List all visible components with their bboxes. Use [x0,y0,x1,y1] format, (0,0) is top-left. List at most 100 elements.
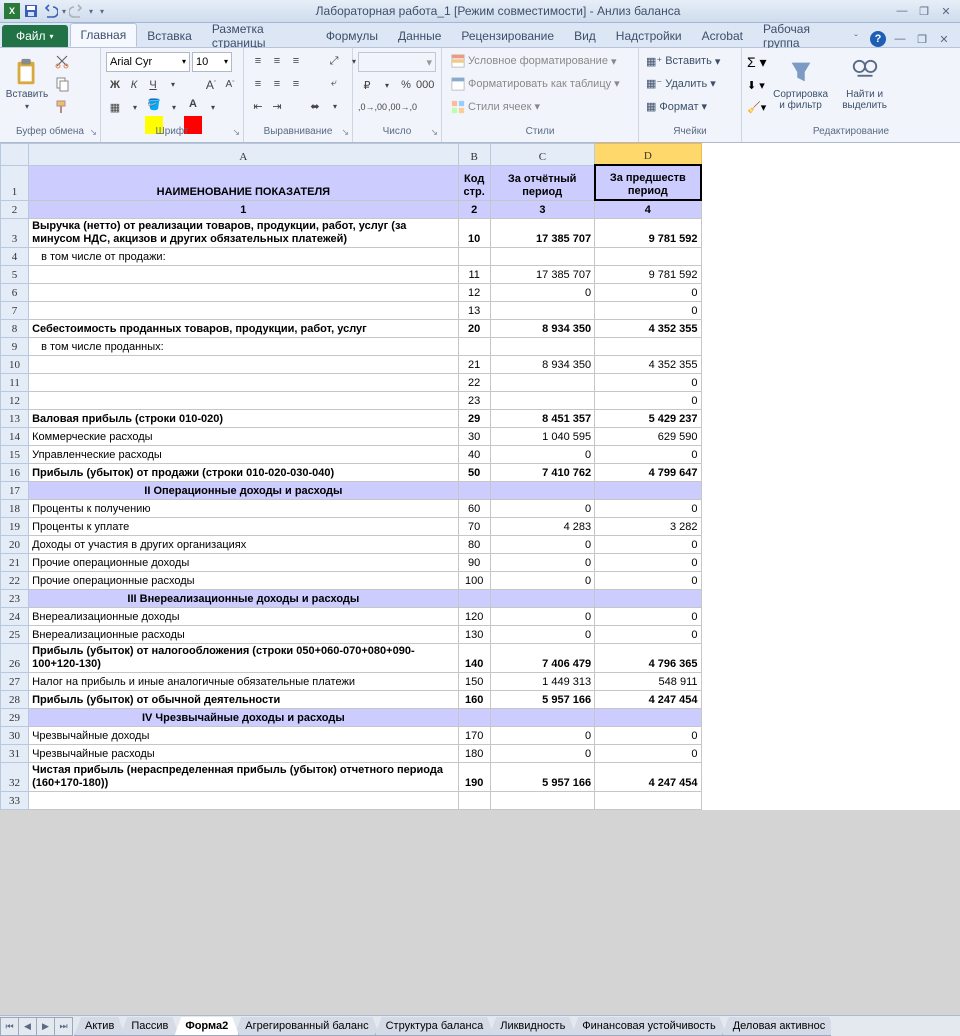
cell[interactable]: 0 [490,572,594,590]
cell[interactable]: Чрезвычайные доходы [29,727,459,745]
sheet-tab[interactable]: Актив [74,1017,125,1036]
currency-icon[interactable]: ₽ [358,76,376,94]
grid[interactable]: A B C D 1 НАИМЕНОВАНИЕ ПОКАЗАТЕЛЯ Код ст… [0,143,702,810]
cell[interactable]: 3 [490,200,594,219]
minimize-icon[interactable]: — [894,4,910,18]
row-header[interactable]: 33 [1,792,29,810]
cell[interactable]: 0 [490,554,594,572]
cell[interactable] [29,392,459,410]
cell[interactable]: IV Чрезвычайные доходы и расходы [29,709,459,727]
cell[interactable]: 4 796 365 [595,644,701,673]
cell[interactable]: Прибыль (убыток) от обычной деятельности [29,691,459,709]
borders-icon[interactable]: ▦ [106,98,124,116]
cell[interactable]: 0 [595,745,701,763]
insert-cells-button[interactable]: ▦⁺ Вставить ▾ [644,51,736,71]
cell[interactable]: 4 799 647 [595,464,701,482]
cell[interactable]: 21 [458,356,490,374]
column-header[interactable]: B [458,144,490,166]
align-middle-icon[interactable]: ≡ [268,52,286,70]
cell[interactable]: 5 957 166 [490,691,594,709]
close-icon[interactable]: ✕ [938,4,954,18]
cell[interactable]: 4 352 355 [595,320,701,338]
cell[interactable]: 0 [595,626,701,644]
cut-icon[interactable] [52,51,72,71]
sheet-tab[interactable]: Пассив [120,1017,179,1036]
cell[interactable]: 20 [458,320,490,338]
copy-icon[interactable] [52,74,72,94]
cell[interactable]: 9 781 592 [595,266,701,284]
cell[interactable]: Себестоимость проданных товаров, продукц… [29,320,459,338]
cell[interactable]: 0 [595,374,701,392]
cell[interactable]: 80 [458,536,490,554]
cell[interactable]: 4 [595,200,701,219]
cell[interactable] [458,590,490,608]
cell[interactable]: 3 282 [595,518,701,536]
conditional-formatting-button[interactable]: Условное форматирование ▾ [447,51,633,71]
cell[interactable]: 0 [490,500,594,518]
cell[interactable]: 0 [490,284,594,302]
ribbon-tab[interactable]: Acrobat [692,25,753,47]
cell[interactable]: 29 [458,410,490,428]
cell[interactable]: 0 [595,446,701,464]
cell[interactable]: в том числе проданных: [29,338,459,356]
row-header[interactable]: 7 [1,302,29,320]
row-header[interactable]: 31 [1,745,29,763]
increase-decimal-icon[interactable]: ,0→,00 [358,98,387,116]
italic-button[interactable]: К [125,76,143,94]
cell[interactable]: 1 [29,200,459,219]
cell[interactable] [458,792,490,810]
row-header[interactable]: 13 [1,410,29,428]
cell[interactable]: 150 [458,673,490,691]
underline-button[interactable]: Ч [144,76,162,94]
cell[interactable] [490,248,594,266]
cell[interactable]: 140 [458,644,490,673]
undo-icon[interactable] [42,3,58,19]
cell[interactable]: 7 406 479 [490,644,594,673]
restore-icon[interactable]: ❐ [916,4,932,18]
cell[interactable]: 0 [490,608,594,626]
row-header[interactable]: 16 [1,464,29,482]
cell[interactable] [595,248,701,266]
cell[interactable]: 4 283 [490,518,594,536]
cell[interactable]: 4 247 454 [595,763,701,792]
cell[interactable]: 60 [458,500,490,518]
cell[interactable] [29,302,459,320]
row-header[interactable]: 10 [1,356,29,374]
cell[interactable]: 120 [458,608,490,626]
cell-styles-button[interactable]: Стили ячеек ▾ [447,97,633,117]
format-cells-button[interactable]: ▦ Формат ▾ [644,97,736,117]
cell[interactable]: 50 [458,464,490,482]
row-header[interactable]: 3 [1,219,29,248]
font-size-input[interactable]: 10▾ [192,52,232,72]
sheet-tab[interactable]: Форма2 [174,1017,239,1036]
window-restore-icon[interactable]: ❐ [914,31,930,47]
merge-icon[interactable]: ⬌ [306,98,324,116]
find-select-button[interactable]: Найти и выделить [835,51,895,117]
cell[interactable]: 5 429 237 [595,410,701,428]
dialog-launcher-icon[interactable]: ↘ [232,127,240,138]
ribbon-tab[interactable]: Разметка страницы [202,25,316,47]
sort-filter-button[interactable]: Сортировка и фильтр [770,51,832,117]
cell[interactable]: 100 [458,572,490,590]
cell[interactable]: 8 451 357 [490,410,594,428]
grow-font-icon[interactable]: Aˆ [202,76,220,94]
cell[interactable]: Валовая прибыль (строки 010-020) [29,410,459,428]
cell[interactable]: 17 385 707 [490,266,594,284]
row-header[interactable]: 22 [1,572,29,590]
file-tab[interactable]: Файл▾ [2,25,68,47]
cell[interactable]: 23 [458,392,490,410]
cell[interactable]: Внереализационные доходы [29,608,459,626]
fill-color-icon[interactable]: 🪣 [145,98,163,116]
cell[interactable]: 0 [490,626,594,644]
window-close-icon[interactable]: ✕ [936,31,952,47]
cell[interactable] [490,302,594,320]
cell[interactable] [490,590,594,608]
cell[interactable]: 17 385 707 [490,219,594,248]
align-bottom-icon[interactable]: ≡ [287,52,305,70]
select-all-corner[interactable] [1,144,29,166]
cell[interactable]: 8 934 350 [490,320,594,338]
cell[interactable]: 180 [458,745,490,763]
column-header[interactable]: A [29,144,459,166]
cell[interactable]: 0 [595,500,701,518]
cell[interactable]: 4 352 355 [595,356,701,374]
